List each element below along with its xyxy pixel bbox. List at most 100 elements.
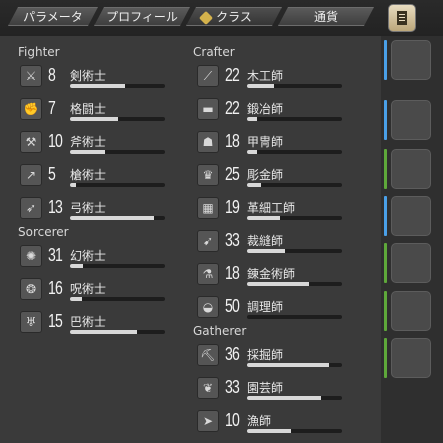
job-exp-bar bbox=[247, 363, 342, 367]
job-name: 彫金師 bbox=[247, 168, 284, 182]
job-exp-bar bbox=[247, 315, 342, 319]
job-row[interactable]: ▦ 19 革細工師 bbox=[197, 197, 357, 221]
job-exp-bar-fill bbox=[70, 330, 137, 334]
job-row[interactable]: ♛ 25 彫金師 bbox=[197, 164, 357, 188]
job-exp-bar-fill bbox=[247, 117, 258, 121]
job-level: 19 bbox=[225, 197, 240, 217]
job-row[interactable]: ▬ 22 鍛冶師 bbox=[197, 98, 357, 122]
job-row[interactable]: ❂ 16 呪術士 bbox=[20, 278, 180, 302]
job-exp-bar-fill bbox=[247, 150, 257, 154]
job-exp-bar bbox=[70, 264, 165, 268]
gear-slot-accent bbox=[384, 149, 387, 189]
job-exp-bar bbox=[70, 84, 165, 88]
tab-bar: パラメータ プロフィール クラス 通貨 bbox=[0, 0, 443, 36]
job-name: 鍛冶師 bbox=[247, 102, 284, 116]
notes-button[interactable] bbox=[388, 4, 416, 32]
sword-icon: ⚔ bbox=[20, 65, 42, 87]
job-row[interactable]: ↗ 5 槍術士 bbox=[20, 164, 180, 188]
job-name: 調理師 bbox=[247, 300, 284, 314]
job-exp-bar-fill bbox=[247, 363, 329, 367]
spear-icon: ↗ bbox=[20, 164, 42, 186]
tab-class[interactable]: クラス bbox=[186, 7, 282, 26]
trousers-icon[interactable] bbox=[391, 291, 431, 331]
job-name: 漁師 bbox=[247, 414, 272, 428]
job-name: 巴術士 bbox=[70, 315, 107, 329]
job-row[interactable]: ⟋ 22 木工師 bbox=[197, 65, 357, 89]
job-level: 18 bbox=[225, 263, 240, 283]
job-level: 50 bbox=[225, 296, 240, 316]
job-name: 槍術士 bbox=[70, 168, 107, 182]
job-name: 木工師 bbox=[247, 69, 284, 83]
job-row[interactable]: ⛏ 36 採掘師 bbox=[197, 344, 357, 368]
gear-slot-accent bbox=[384, 291, 387, 331]
thaumaturge-icon: ❂ bbox=[20, 278, 42, 300]
job-row[interactable]: ♅ 15 巴術士 bbox=[20, 311, 180, 335]
job-exp-bar-fill bbox=[247, 84, 274, 88]
job-exp-bar bbox=[247, 396, 342, 400]
job-exp-bar bbox=[247, 282, 342, 286]
conjurer-icon: ✺ bbox=[20, 245, 42, 267]
leaf-icon: ❦ bbox=[197, 377, 219, 399]
job-exp-bar bbox=[70, 183, 165, 187]
job-name: 弓術士 bbox=[70, 201, 107, 215]
gear-slot-accent bbox=[384, 40, 387, 80]
job-level: 16 bbox=[48, 278, 63, 298]
job-exp-bar bbox=[247, 150, 342, 154]
gloves-icon[interactable] bbox=[391, 196, 431, 236]
job-name: 格闘士 bbox=[70, 102, 107, 116]
job-level: 15 bbox=[48, 311, 63, 331]
job-row[interactable]: ❦ 33 園芸師 bbox=[197, 377, 357, 401]
job-exp-bar bbox=[247, 249, 342, 253]
fish-icon: ➤ bbox=[197, 410, 219, 432]
job-exp-bar bbox=[247, 429, 342, 433]
job-name: 甲冑師 bbox=[247, 135, 284, 149]
chef-hat-icon[interactable] bbox=[391, 100, 431, 140]
job-row[interactable]: ⚗ 18 錬金術師 bbox=[197, 263, 357, 287]
job-name: 園芸師 bbox=[247, 381, 284, 395]
gear-slot-accent bbox=[384, 338, 387, 378]
tab-profile[interactable]: プロフィール bbox=[94, 7, 190, 26]
class-list-panel: Fighter Sorcerer Crafter Gatherer ⚔ 8 剣術士 ✊… bbox=[0, 36, 381, 443]
job-exp-bar bbox=[70, 216, 165, 220]
pickaxe-icon: ⛏ bbox=[197, 344, 219, 366]
job-name: 錬金術師 bbox=[247, 267, 296, 281]
job-exp-bar bbox=[70, 117, 165, 121]
tab-parameters[interactable]: パラメータ bbox=[8, 7, 98, 26]
bow-icon: ➶ bbox=[20, 197, 42, 219]
class-tab-icon bbox=[199, 11, 213, 25]
job-level: 5 bbox=[48, 164, 56, 184]
tab-class-label: クラス bbox=[216, 10, 252, 24]
job-name: 革細工師 bbox=[247, 201, 296, 215]
job-level: 10 bbox=[225, 410, 240, 430]
job-row[interactable]: ➤ 10 漁師 bbox=[197, 410, 357, 434]
job-row[interactable]: ⚔ 8 剣術士 bbox=[20, 65, 180, 89]
job-level: 18 bbox=[225, 131, 240, 151]
section-sorcerer: Sorcerer bbox=[18, 225, 69, 239]
job-row[interactable]: ➶ 13 弓術士 bbox=[20, 197, 180, 221]
section-gatherer: Gatherer bbox=[193, 324, 247, 338]
job-row[interactable]: ✊ 7 格闘士 bbox=[20, 98, 180, 122]
job-level: 31 bbox=[48, 245, 63, 265]
job-exp-bar-fill bbox=[247, 216, 281, 220]
job-level: 7 bbox=[48, 98, 56, 118]
tab-currency[interactable]: 通貨 bbox=[278, 7, 374, 26]
job-row[interactable]: ⚒ 10 斧術士 bbox=[20, 131, 180, 155]
job-row[interactable]: ☗ 18 甲冑師 bbox=[197, 131, 357, 155]
leather-icon: ▦ bbox=[197, 197, 219, 219]
boots-icon[interactable] bbox=[391, 338, 431, 378]
job-level: 8 bbox=[48, 65, 56, 85]
job-row[interactable]: ✺ 31 幻術士 bbox=[20, 245, 180, 269]
shirt-icon[interactable] bbox=[391, 149, 431, 189]
job-exp-bar bbox=[70, 150, 165, 154]
belt-icon[interactable] bbox=[391, 243, 431, 283]
job-name: 剣術士 bbox=[70, 69, 107, 83]
job-level: 25 bbox=[225, 164, 240, 184]
job-row[interactable]: ◒ 50 調理師 bbox=[197, 296, 357, 320]
job-name: 裁縫師 bbox=[247, 234, 284, 248]
frying-pan-icon[interactable] bbox=[391, 40, 431, 80]
needle-icon: ➹ bbox=[197, 230, 219, 252]
arcanist-icon: ♅ bbox=[20, 311, 42, 333]
job-row[interactable]: ➹ 33 裁縫師 bbox=[197, 230, 357, 254]
anvil-icon: ▬ bbox=[197, 98, 219, 120]
job-level: 13 bbox=[48, 197, 63, 217]
